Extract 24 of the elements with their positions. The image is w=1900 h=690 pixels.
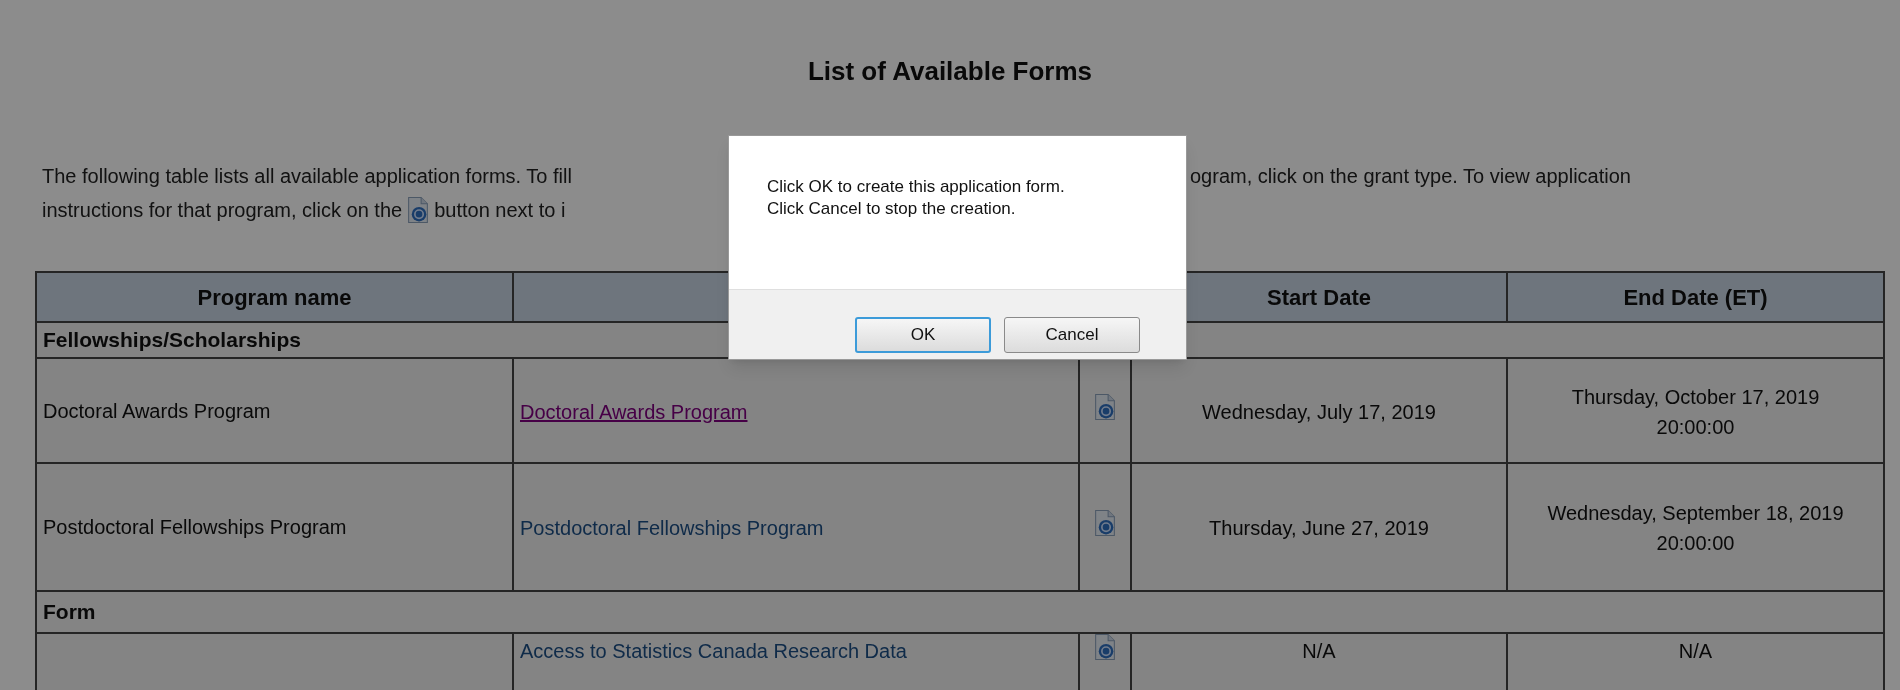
help-button[interactable] [1095, 393, 1115, 420]
help-button[interactable] [1095, 634, 1115, 660]
program-link[interactable]: Doctoral Awards Program [520, 400, 748, 423]
intro-text: button next to i [434, 198, 566, 223]
help-document-icon [1095, 510, 1115, 536]
column-header: End Date (ET) [1507, 272, 1884, 322]
dialog-button[interactable]: Cancel [1004, 317, 1140, 353]
date-text: 20:00:00 [1655, 531, 1736, 556]
intro-text: The following table lists all available application forms. To fill [42, 164, 573, 189]
ok-button[interactable]: OK [855, 317, 991, 353]
help-document-icon [408, 197, 429, 223]
dialog-message: Click Cancel to stop the creation. [767, 198, 1017, 220]
date-text: Wednesday, September 18, 2019 [1546, 501, 1845, 526]
date-text: N/A [1677, 639, 1714, 664]
help-button[interactable] [1095, 510, 1115, 536]
intro-text: ogram, click on the grant type. To view application [1190, 164, 1631, 189]
date-text: Thursday, October 17, 2019 [1570, 384, 1821, 410]
page-title: List of Available Forms [806, 55, 1094, 88]
date-text: 20:00:00 [1655, 414, 1736, 440]
intro-text: instructions for that program, click on the [42, 198, 403, 223]
column-header: Program name [36, 272, 513, 322]
dialog-message: Click OK to create this application form. [767, 176, 1066, 198]
program-link[interactable]: Postdoctoral Fellowships Program [520, 517, 824, 539]
help-document-icon [1095, 393, 1115, 420]
